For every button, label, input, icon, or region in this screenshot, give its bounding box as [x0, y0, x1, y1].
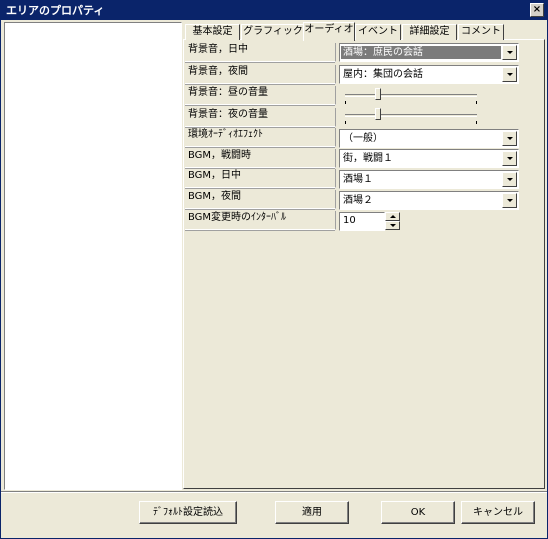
- env-effect-value: （一般）: [343, 133, 383, 144]
- env-effect-label: 環境ｵｰﾃﾞｨｵｴﾌｪｸﾄ: [185, 128, 336, 148]
- bg-day-value: 酒場：庶民の会話: [341, 46, 501, 59]
- bg-day-select[interactable]: 酒場：庶民の会話: [339, 43, 519, 62]
- ok-button[interactable]: OK: [381, 501, 455, 524]
- close-icon: ×: [532, 4, 542, 15]
- close-button[interactable]: ×: [530, 3, 544, 17]
- slider-track: [345, 114, 477, 117]
- chevron-down-icon[interactable]: [502, 172, 517, 187]
- bgm-interval-field[interactable]: 10: [339, 212, 385, 231]
- env-effect-select[interactable]: （一般）: [339, 129, 519, 148]
- bgm-battle-label: BGM，戦闘時: [185, 149, 336, 169]
- chevron-down-icon[interactable]: [502, 193, 517, 208]
- tab-graphics[interactable]: グラフィック: [241, 24, 305, 40]
- title-bar[interactable]: エリアのプロパティ ×: [1, 1, 547, 20]
- bgm-interval-spinner[interactable]: 10: [339, 212, 401, 231]
- chevron-down-icon[interactable]: [502, 131, 517, 146]
- footer-divider: [1, 491, 547, 493]
- bgm-battle-value: 街，戦闘１: [343, 153, 393, 164]
- bg-night-volume-label: 背景音：夜の音量: [185, 108, 336, 128]
- bg-night-volume-slider[interactable]: [341, 107, 481, 125]
- tab-advanced[interactable]: 詳細設定: [402, 24, 457, 40]
- bg-day-volume-label: 背景音：昼の音量: [185, 86, 336, 106]
- bgm-night-value: 酒場２: [343, 195, 373, 206]
- window-title: エリアのプロパティ: [6, 4, 105, 17]
- properties-window: エリアのプロパティ × 基本設定 グラフィック オーディオ イベント 詳細設定 …: [0, 0, 548, 539]
- bgm-day-select[interactable]: 酒場１: [339, 170, 519, 189]
- slider-ticks: [345, 121, 477, 124]
- bgm-battle-select[interactable]: 街，戦闘１: [339, 149, 519, 168]
- tab-comments[interactable]: コメント: [458, 24, 504, 40]
- bgm-day-label: BGM，日中: [185, 169, 336, 189]
- bg-day-volume-slider[interactable]: [341, 87, 481, 105]
- slider-ticks: [345, 101, 477, 104]
- bg-day-label: 背景音，日中: [185, 43, 336, 63]
- slider-track: [345, 94, 477, 97]
- chevron-down-icon[interactable]: [502, 151, 517, 166]
- apply-button[interactable]: 適用: [275, 501, 349, 524]
- bg-night-value: 屋内：集団の会話: [343, 69, 423, 80]
- bg-night-select[interactable]: 屋内：集団の会話: [339, 65, 519, 84]
- chevron-down-icon[interactable]: [502, 67, 517, 82]
- left-panel[interactable]: [4, 22, 182, 490]
- bgm-interval-label: BGM変更時のｲﾝﾀｰﾊﾞﾙ: [185, 211, 336, 231]
- load-defaults-button[interactable]: ﾃﾞﾌｫﾙﾄ設定読込: [139, 501, 237, 524]
- bg-night-label: 背景音，夜間: [185, 65, 336, 85]
- slider-thumb[interactable]: [375, 108, 381, 120]
- chevron-down-icon[interactable]: [502, 45, 517, 60]
- spin-up-icon[interactable]: [385, 212, 400, 221]
- bgm-night-select[interactable]: 酒場２: [339, 191, 519, 210]
- spin-down-icon[interactable]: [385, 221, 400, 230]
- tab-events[interactable]: イベント: [355, 24, 401, 40]
- tab-audio[interactable]: オーディオ: [303, 22, 355, 41]
- bgm-day-value: 酒場１: [343, 174, 373, 185]
- cancel-button[interactable]: キャンセル: [461, 501, 535, 524]
- bgm-night-label: BGM，夜間: [185, 190, 336, 210]
- slider-thumb[interactable]: [375, 88, 381, 100]
- tab-basic[interactable]: 基本設定: [185, 24, 240, 40]
